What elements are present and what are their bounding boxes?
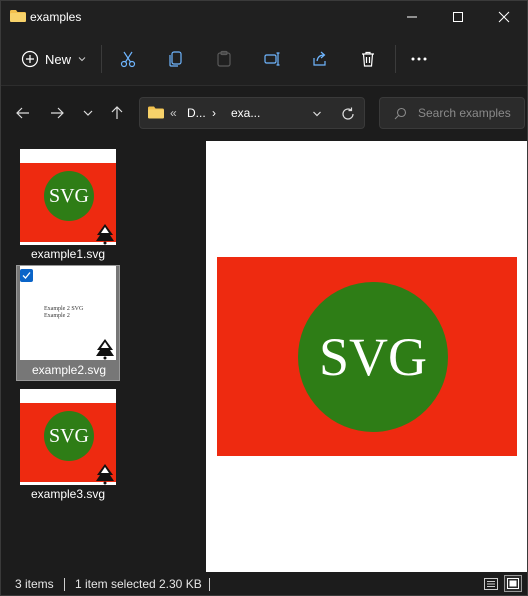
more-options-button[interactable] xyxy=(407,47,431,71)
scissors-icon xyxy=(120,51,136,68)
refresh-icon xyxy=(342,107,354,120)
search-input[interactable]: Search examples xyxy=(379,97,525,129)
preview-red-field: SVG xyxy=(217,257,517,456)
close-icon xyxy=(498,11,510,23)
file-list: SVG example1.svg Example 2 SVG Example 2… xyxy=(1,141,205,571)
toolbar-divider xyxy=(395,45,396,73)
checkmark-icon xyxy=(22,272,31,279)
preview-pane: SVG xyxy=(206,141,527,572)
file-thumbnail: Example 2 SVG Example 2 xyxy=(20,266,116,360)
minimize-icon xyxy=(407,16,417,18)
inkscape-icon xyxy=(96,339,114,360)
inkscape-icon xyxy=(96,224,114,245)
list-view-icon xyxy=(484,577,498,590)
file-item-example1[interactable]: SVG example1.svg xyxy=(16,141,120,265)
folder-icon xyxy=(148,106,164,119)
back-button[interactable] xyxy=(13,104,33,122)
up-button[interactable] xyxy=(107,104,127,122)
file-thumbnail: SVG xyxy=(20,149,116,245)
file-thumbnail: SVG xyxy=(20,389,116,485)
maximize-icon xyxy=(453,12,463,22)
refresh-button[interactable] xyxy=(338,104,358,124)
tiles-view-icon xyxy=(507,578,519,589)
chevron-down-icon xyxy=(313,111,321,117)
thumbnail-document-text: Example 2 SVG Example 2 xyxy=(44,306,83,320)
command-bar: New xyxy=(1,33,527,86)
preview-green-circle: SVG xyxy=(298,282,448,432)
file-item-example3[interactable]: SVG example3.svg xyxy=(16,381,120,505)
tiles-view-button[interactable] xyxy=(504,575,522,592)
clipboard-icon xyxy=(217,50,231,67)
chevron-down-icon xyxy=(78,57,86,62)
status-divider xyxy=(209,578,210,591)
file-name: example1.svg xyxy=(30,247,106,261)
more-icon xyxy=(411,57,427,61)
copy-icon xyxy=(169,51,182,67)
share-button[interactable] xyxy=(308,47,332,71)
details-view-button[interactable] xyxy=(482,575,500,592)
breadcrumb-segment[interactable]: exa... xyxy=(231,106,260,120)
selection-size: 2.30 KB xyxy=(159,577,202,591)
search-icon xyxy=(394,107,407,120)
item-count: 3 items xyxy=(15,577,54,591)
minimize-button[interactable] xyxy=(389,1,435,33)
new-button-label: New xyxy=(45,51,72,67)
inkscape-icon xyxy=(96,464,114,485)
thumbnail-green-circle: SVG xyxy=(44,171,94,221)
status-divider xyxy=(64,578,65,591)
file-name: example2.svg xyxy=(31,363,107,377)
paste-button[interactable] xyxy=(212,47,236,71)
file-item-example2[interactable]: Example 2 SVG Example 2 example2.svg xyxy=(16,265,120,381)
cut-button[interactable] xyxy=(116,47,140,71)
status-bar: 3 items 1 item selected 2.30 KB xyxy=(1,573,527,595)
toolbar-divider xyxy=(101,45,102,73)
share-icon xyxy=(313,51,326,66)
forward-button[interactable] xyxy=(47,104,67,122)
arrow-right-icon xyxy=(51,107,64,119)
arrow-left-icon xyxy=(16,107,29,119)
arrow-up-icon xyxy=(111,106,123,119)
close-button[interactable] xyxy=(481,1,527,33)
selection-count: 1 item selected xyxy=(75,577,156,591)
copy-button[interactable] xyxy=(164,47,188,71)
new-button[interactable]: New xyxy=(21,47,91,71)
thumbnail-green-circle: SVG xyxy=(44,411,94,461)
thumbnail-line: Example 2 SVG xyxy=(44,306,84,312)
recent-locations-button[interactable] xyxy=(78,104,98,122)
title-bar: examples xyxy=(1,1,527,33)
breadcrumb-segment[interactable]: D... xyxy=(187,106,206,120)
address-bar[interactable]: « D... › exa... xyxy=(139,97,365,129)
breadcrumb-overflow[interactable]: « xyxy=(170,106,177,120)
chevron-down-icon xyxy=(83,110,93,116)
maximize-button[interactable] xyxy=(435,1,481,33)
trash-icon xyxy=(362,51,374,67)
file-name: example3.svg xyxy=(30,487,106,501)
rename-icon xyxy=(264,52,280,66)
explorer-window: examples New « D... › exa... Search exam… xyxy=(0,0,528,596)
search-placeholder: Search examples xyxy=(418,106,511,120)
rename-button[interactable] xyxy=(260,47,284,71)
breadcrumb-separator-icon: › xyxy=(212,106,216,120)
plus-circle-icon xyxy=(21,50,39,68)
navigation-row: « D... › exa... Search examples xyxy=(1,86,527,140)
folder-icon xyxy=(10,10,26,22)
thumbnail-line: Example 2 xyxy=(44,313,70,319)
window-title: examples xyxy=(30,10,82,24)
delete-button[interactable] xyxy=(356,47,380,71)
selection-checkbox[interactable] xyxy=(20,269,33,282)
